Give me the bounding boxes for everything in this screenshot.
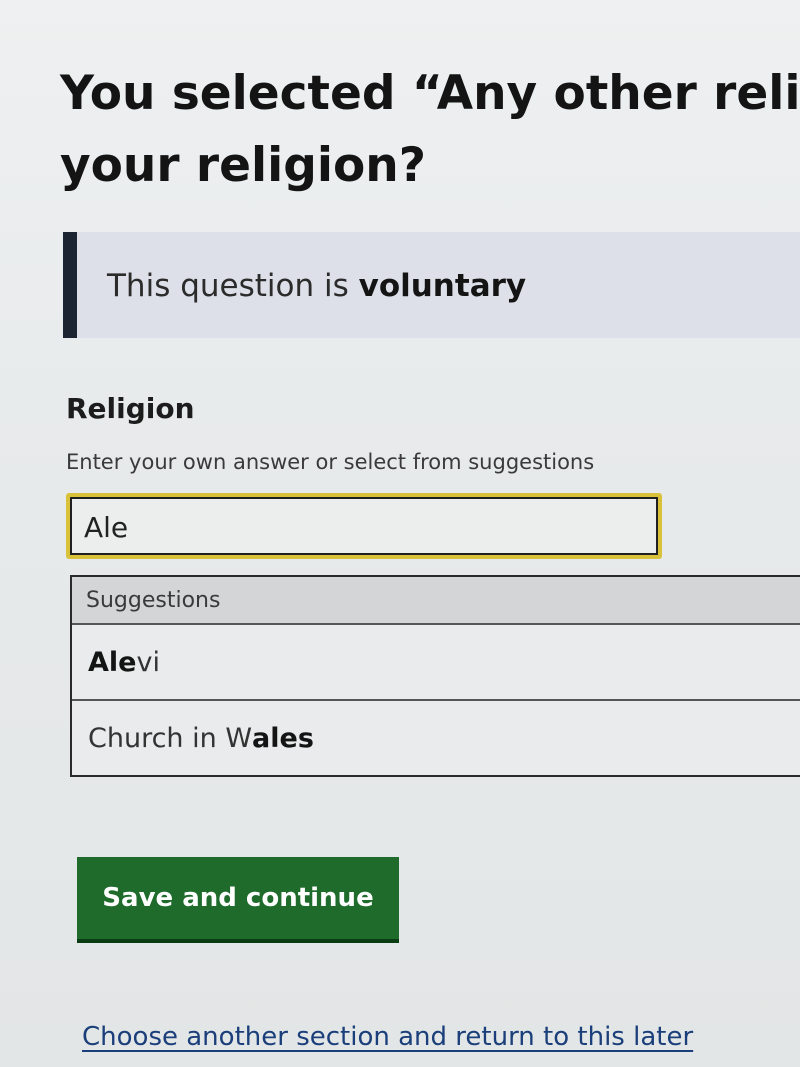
suggestion-alevi[interactable]: Alevi: [72, 625, 800, 701]
religion-hint: Enter your own answer or select from sug…: [66, 450, 595, 474]
suggestions-header: Suggestions: [72, 577, 800, 625]
religion-label: Religion: [66, 392, 195, 425]
suggestions-list: Suggestions Alevi Church in Wales: [70, 575, 800, 777]
page-title-line-2: your religion?: [60, 138, 426, 193]
return-later-link[interactable]: Choose another section and return to thi…: [82, 1022, 693, 1052]
suggestion-match: Ale: [88, 647, 137, 678]
notice-emphasis: voluntary: [358, 268, 527, 304]
save-and-continue-button[interactable]: Save and continue: [77, 857, 399, 943]
voluntary-notice-panel: This question is voluntary: [63, 232, 800, 338]
page: You selected “Any other relig your relig…: [0, 0, 800, 1067]
suggestion-text-pre: Church in W: [88, 723, 253, 754]
page-title: You selected “Any other relig your relig…: [60, 58, 800, 202]
page-title-line-1: You selected “Any other relig: [60, 66, 800, 121]
notice-prefix: This question is: [107, 268, 359, 304]
suggestion-text-rest: vi: [136, 647, 160, 678]
voluntary-notice-text: This question is voluntary: [107, 268, 526, 304]
religion-input-wrapper: [66, 493, 662, 559]
suggestion-church-in-wales[interactable]: Church in Wales: [72, 701, 800, 775]
suggestion-match: ales: [252, 723, 314, 754]
religion-input[interactable]: [84, 507, 644, 547]
